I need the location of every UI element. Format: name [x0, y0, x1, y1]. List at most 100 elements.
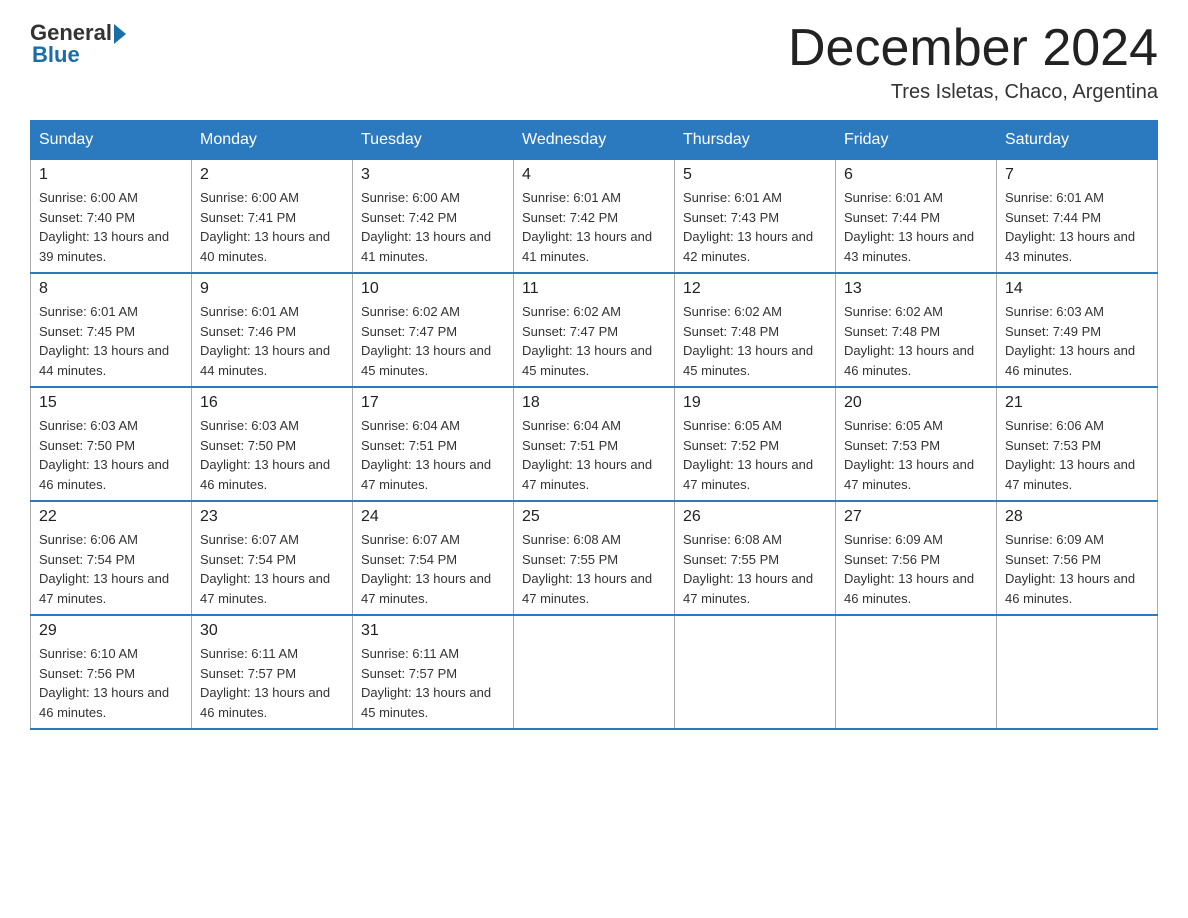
day-number: 24	[361, 508, 505, 526]
calendar-table: SundayMondayTuesdayWednesdayThursdayFrid…	[30, 120, 1158, 730]
calendar-cell: 8Sunrise: 6:01 AMSunset: 7:45 PMDaylight…	[31, 273, 192, 387]
day-info: Sunrise: 6:11 AMSunset: 7:57 PMDaylight:…	[361, 644, 505, 722]
day-info: Sunrise: 6:06 AMSunset: 7:54 PMDaylight:…	[39, 530, 183, 608]
calendar-cell: 28 Sunrise: 6:09 AMSunset: 7:56 PMDayligh…	[997, 501, 1158, 615]
day-number: 31	[361, 622, 505, 640]
calendar-week-row: 15 Sunrise: 6:03 AMSunset: 7:50 PMDayligh…	[31, 387, 1158, 501]
calendar-cell: 31 Sunrise: 6:11 AMSunset: 7:57 PMDayligh…	[353, 615, 514, 729]
day-info: Sunrise: 6:07 AMSunset: 7:54 PMDaylight:…	[200, 530, 344, 608]
day-number: 16	[200, 394, 344, 412]
day-number: 14	[1005, 280, 1149, 298]
day-info: Sunrise: 6:08 AMSunset: 7:55 PMDaylight:…	[522, 530, 666, 608]
calendar-cell: 15Sunrise: 6:03 AMSunset: 7:50 PMDayligh…	[31, 387, 192, 501]
calendar-cell: 23Sunrise: 6:07 AMSunset: 7:54 PMDayligh…	[192, 501, 353, 615]
header-monday: Monday	[192, 121, 353, 160]
calendar-cell: 11 Sunrise: 6:02 AMSunset: 7:47 PMDayligh…	[514, 273, 675, 387]
day-info: Sunrise: 6:02 AMSunset: 7:47 PMDaylight:…	[522, 302, 666, 380]
day-info: Sunrise: 6:06 AMSunset: 7:53 PMDaylight:…	[1005, 416, 1149, 494]
day-number: 18	[522, 394, 666, 412]
day-number: 15	[39, 394, 183, 412]
header-saturday: Saturday	[997, 121, 1158, 160]
calendar-cell: 4Sunrise: 6:01 AMSunset: 7:42 PMDaylight…	[514, 160, 675, 274]
day-number: 19	[683, 394, 827, 412]
day-info: Sunrise: 6:03 AMSunset: 7:50 PMDaylight:…	[200, 416, 344, 494]
logo: General Blue	[30, 20, 128, 68]
day-number: 25	[522, 508, 666, 526]
day-info: Sunrise: 6:11 AMSunset: 7:57 PMDaylight:…	[200, 644, 344, 722]
day-number: 29	[39, 622, 183, 640]
calendar-cell: 2 Sunrise: 6:00 AMSunset: 7:41 PMDaylight…	[192, 160, 353, 274]
day-info: Sunrise: 6:10 AMSunset: 7:56 PMDaylight:…	[39, 644, 183, 722]
month-title: December 2024	[788, 20, 1158, 77]
day-info: Sunrise: 6:01 AMSunset: 7:45 PMDaylight:…	[39, 302, 183, 380]
day-number: 20	[844, 394, 988, 412]
calendar-cell: 7Sunrise: 6:01 AMSunset: 7:44 PMDaylight…	[997, 160, 1158, 274]
calendar-cell: 10 Sunrise: 6:02 AMSunset: 7:47 PMDayligh…	[353, 273, 514, 387]
day-number: 12	[683, 280, 827, 298]
calendar-cell: 1 Sunrise: 6:00 AMSunset: 7:40 PMDaylight…	[31, 160, 192, 274]
day-info: Sunrise: 6:08 AMSunset: 7:55 PMDaylight:…	[683, 530, 827, 608]
day-number: 28	[1005, 508, 1149, 526]
day-info: Sunrise: 6:01 AMSunset: 7:42 PMDaylight:…	[522, 188, 666, 266]
day-number: 17	[361, 394, 505, 412]
day-number: 27	[844, 508, 988, 526]
title-area: December 2024 Tres Isletas, Chaco, Argen…	[788, 20, 1158, 104]
day-info: Sunrise: 6:02 AMSunset: 7:48 PMDaylight:…	[683, 302, 827, 380]
location-title: Tres Isletas, Chaco, Argentina	[788, 81, 1158, 104]
calendar-cell: 14 Sunrise: 6:03 AMSunset: 7:49 PMDayligh…	[997, 273, 1158, 387]
header-friday: Friday	[836, 121, 997, 160]
day-number: 30	[200, 622, 344, 640]
day-info: Sunrise: 6:05 AMSunset: 7:53 PMDaylight:…	[844, 416, 988, 494]
day-info: Sunrise: 6:02 AMSunset: 7:48 PMDaylight:…	[844, 302, 988, 380]
header-sunday: Sunday	[31, 121, 192, 160]
calendar-week-row: 22 Sunrise: 6:06 AMSunset: 7:54 PMDayligh…	[31, 501, 1158, 615]
day-info: Sunrise: 6:07 AMSunset: 7:54 PMDaylight:…	[361, 530, 505, 608]
day-info: Sunrise: 6:01 AMSunset: 7:44 PMDaylight:…	[1005, 188, 1149, 266]
calendar-cell: 12 Sunrise: 6:02 AMSunset: 7:48 PMDayligh…	[675, 273, 836, 387]
day-info: Sunrise: 6:09 AMSunset: 7:56 PMDaylight:…	[844, 530, 988, 608]
calendar-cell: 5 Sunrise: 6:01 AMSunset: 7:43 PMDaylight…	[675, 160, 836, 274]
day-number: 2	[200, 166, 344, 184]
day-info: Sunrise: 6:03 AMSunset: 7:49 PMDaylight:…	[1005, 302, 1149, 380]
calendar-cell: 13Sunrise: 6:02 AMSunset: 7:48 PMDayligh…	[836, 273, 997, 387]
header-thursday: Thursday	[675, 121, 836, 160]
calendar-cell: 6Sunrise: 6:01 AMSunset: 7:44 PMDaylight…	[836, 160, 997, 274]
day-info: Sunrise: 6:00 AMSunset: 7:42 PMDaylight:…	[361, 188, 505, 266]
calendar-cell	[997, 615, 1158, 729]
day-info: Sunrise: 6:02 AMSunset: 7:47 PMDaylight:…	[361, 302, 505, 380]
logo-arrow-icon	[114, 24, 126, 44]
calendar-cell: 27 Sunrise: 6:09 AMSunset: 7:56 PMDayligh…	[836, 501, 997, 615]
day-number: 11	[522, 280, 666, 298]
calendar-cell: 26 Sunrise: 6:08 AMSunset: 7:55 PMDayligh…	[675, 501, 836, 615]
calendar-cell: 18 Sunrise: 6:04 AMSunset: 7:51 PMDayligh…	[514, 387, 675, 501]
calendar-cell	[514, 615, 675, 729]
calendar-cell: 9Sunrise: 6:01 AMSunset: 7:46 PMDaylight…	[192, 273, 353, 387]
day-info: Sunrise: 6:05 AMSunset: 7:52 PMDaylight:…	[683, 416, 827, 494]
calendar-cell: 16 Sunrise: 6:03 AMSunset: 7:50 PMDayligh…	[192, 387, 353, 501]
day-number: 26	[683, 508, 827, 526]
day-number: 5	[683, 166, 827, 184]
calendar-cell: 24 Sunrise: 6:07 AMSunset: 7:54 PMDayligh…	[353, 501, 514, 615]
day-number: 21	[1005, 394, 1149, 412]
day-info: Sunrise: 6:09 AMSunset: 7:56 PMDaylight:…	[1005, 530, 1149, 608]
day-number: 3	[361, 166, 505, 184]
calendar-cell	[675, 615, 836, 729]
day-number: 1	[39, 166, 183, 184]
calendar-cell: 21 Sunrise: 6:06 AMSunset: 7:53 PMDayligh…	[997, 387, 1158, 501]
calendar-cell: 30 Sunrise: 6:11 AMSunset: 7:57 PMDayligh…	[192, 615, 353, 729]
logo-blue-text: Blue	[30, 42, 80, 68]
day-number: 22	[39, 508, 183, 526]
day-number: 10	[361, 280, 505, 298]
calendar-cell: 25 Sunrise: 6:08 AMSunset: 7:55 PMDayligh…	[514, 501, 675, 615]
calendar-cell: 29 Sunrise: 6:10 AMSunset: 7:56 PMDayligh…	[31, 615, 192, 729]
calendar-cell: 17 Sunrise: 6:04 AMSunset: 7:51 PMDayligh…	[353, 387, 514, 501]
day-info: Sunrise: 6:01 AMSunset: 7:43 PMDaylight:…	[683, 188, 827, 266]
day-info: Sunrise: 6:01 AMSunset: 7:46 PMDaylight:…	[200, 302, 344, 380]
day-info: Sunrise: 6:00 AMSunset: 7:41 PMDaylight:…	[200, 188, 344, 266]
day-info: Sunrise: 6:00 AMSunset: 7:40 PMDaylight:…	[39, 188, 183, 266]
day-info: Sunrise: 6:04 AMSunset: 7:51 PMDaylight:…	[522, 416, 666, 494]
day-info: Sunrise: 6:04 AMSunset: 7:51 PMDaylight:…	[361, 416, 505, 494]
calendar-week-row: 8Sunrise: 6:01 AMSunset: 7:45 PMDaylight…	[31, 273, 1158, 387]
calendar-header-row: SundayMondayTuesdayWednesdayThursdayFrid…	[31, 121, 1158, 160]
day-info: Sunrise: 6:01 AMSunset: 7:44 PMDaylight:…	[844, 188, 988, 266]
